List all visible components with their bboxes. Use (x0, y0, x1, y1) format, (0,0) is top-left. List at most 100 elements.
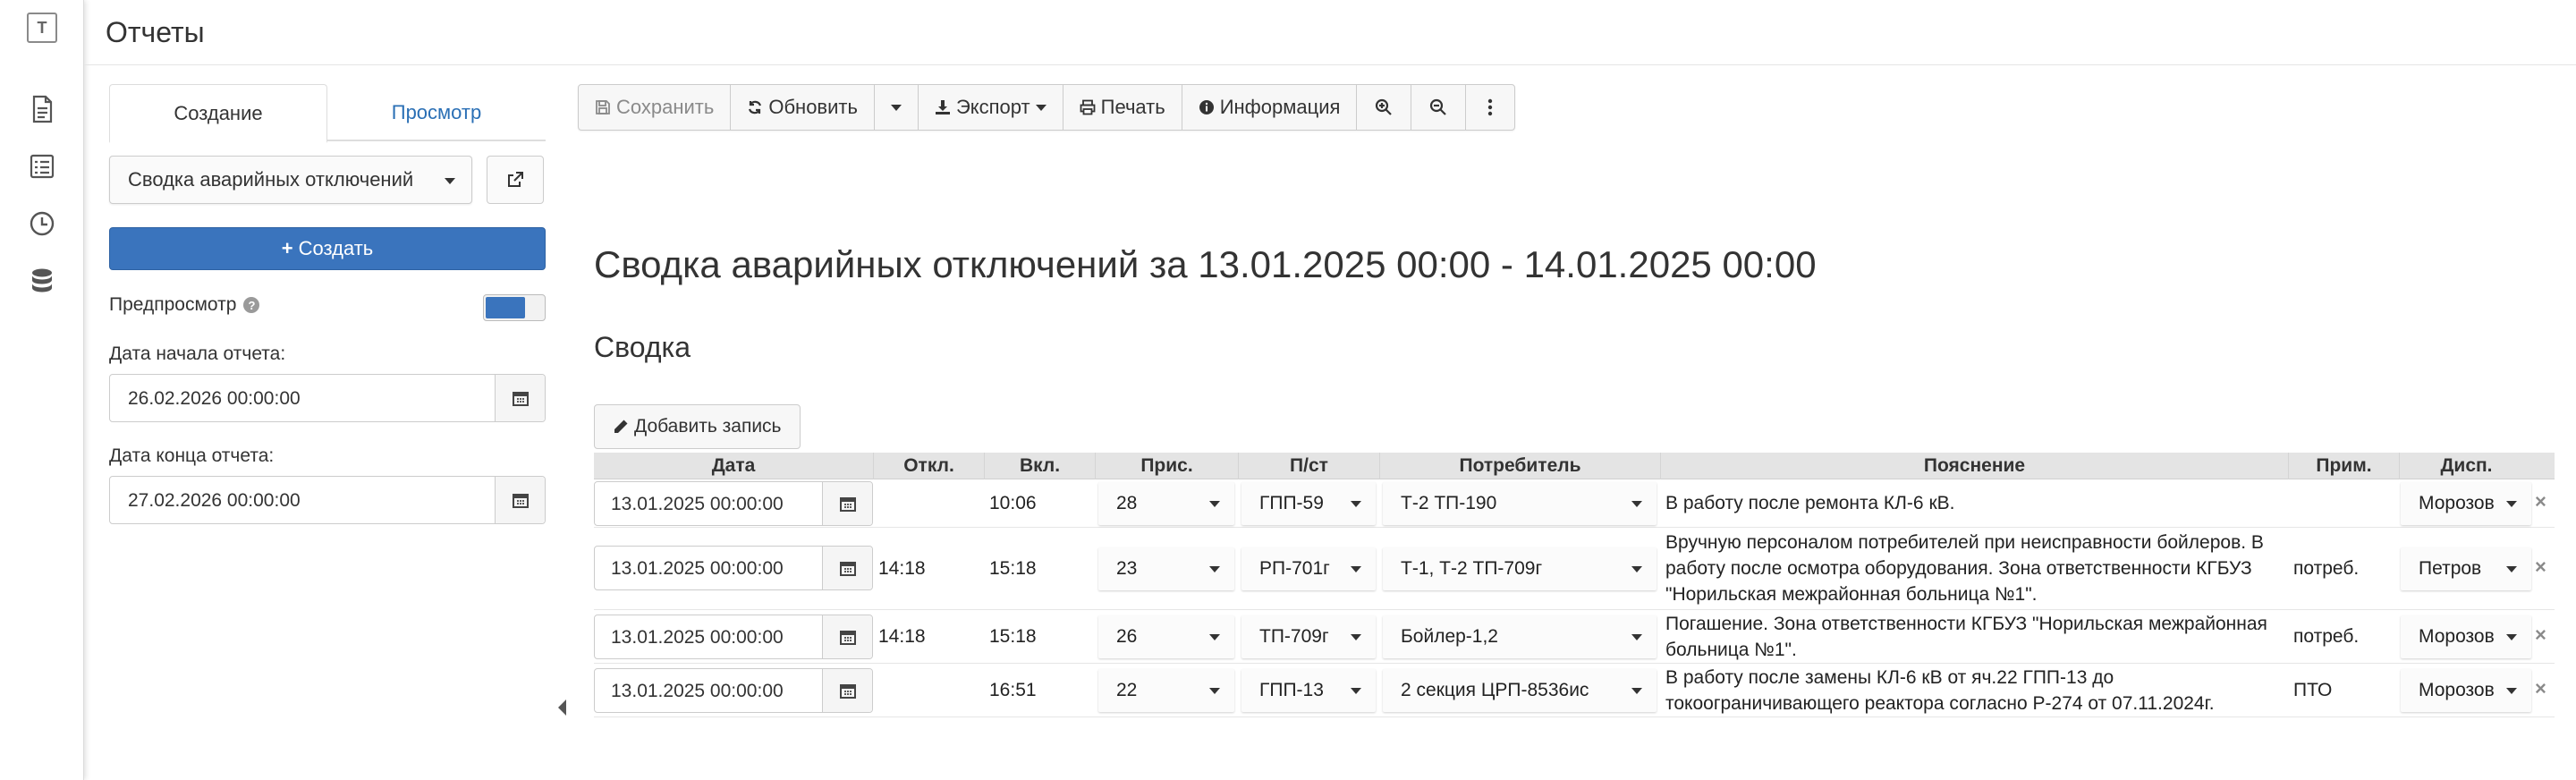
plus-icon: + (281, 237, 293, 259)
on-time: 16:51 (989, 679, 1037, 700)
column-header[interactable]: Прим. (2288, 453, 2399, 479)
zoom-out-button[interactable] (1411, 85, 1467, 130)
consumer-select[interactable]: 2 секция ЦРП-8536ис (1383, 669, 1657, 712)
collapse-panel-icon[interactable] (556, 698, 567, 717)
chevron-down-icon (1351, 566, 1361, 572)
document-icon[interactable] (26, 93, 58, 125)
row-date-field[interactable]: 13.01.2025 00:00:00 (594, 615, 873, 659)
row-date-field[interactable]: 13.01.2025 00:00:00 (594, 668, 873, 713)
consumer-value: Т-1, Т-2 ТП-709г (1401, 558, 1543, 579)
checklist-icon[interactable] (26, 150, 58, 182)
column-header[interactable]: Дисп. (2399, 453, 2533, 479)
feeder-select[interactable]: 26 (1098, 615, 1234, 658)
column-header[interactable]: Прис. (1095, 453, 1238, 479)
create-button-label: Создать (298, 237, 374, 259)
chevron-down-icon (1209, 634, 1220, 640)
remark-text: потреб. (2293, 625, 2360, 647)
start-date-value: 26.02.2026 00:00:00 (128, 388, 301, 409)
column-header[interactable]: П/ст (1238, 453, 1379, 479)
create-button[interactable]: + Создать (109, 227, 546, 270)
add-record-label: Добавить запись (634, 416, 782, 437)
calendar-icon[interactable] (822, 615, 872, 658)
refresh-dropdown-button[interactable] (875, 85, 919, 130)
delete-row-icon[interactable]: × (2535, 555, 2546, 579)
refresh-button[interactable]: Обновить (731, 85, 875, 130)
header-divider (84, 64, 2576, 65)
dispatcher-select[interactable]: Петров (2401, 547, 2531, 590)
save-button[interactable]: Сохранить (579, 85, 732, 130)
consumer-select[interactable]: Бойлер-1,2 (1383, 615, 1657, 658)
chevron-down-icon (1351, 501, 1361, 507)
feeder-select[interactable]: 23 (1098, 547, 1234, 590)
zoom-in-button[interactable] (1357, 85, 1412, 130)
column-header[interactable]: Вкл. (984, 453, 1095, 479)
substation-select[interactable]: РП-701г (1241, 547, 1376, 590)
delete-row-icon[interactable]: × (2535, 677, 2546, 700)
row-date-value: 13.01.2025 00:00:00 (611, 681, 784, 701)
calendar-icon[interactable] (495, 375, 545, 421)
table-row: 13.01.2025 00:00:00 16:51 22 ГПП-13 2 се… (594, 664, 2555, 717)
more-options-button[interactable] (1466, 85, 1514, 130)
calendar-icon[interactable] (822, 669, 872, 712)
info-icon (1199, 99, 1215, 115)
substation-select[interactable]: ТП-709г (1241, 615, 1376, 658)
preview-toggle-fill (486, 297, 525, 318)
tab-create[interactable]: Создание (109, 84, 327, 143)
tab-view[interactable]: Просмотр (327, 84, 546, 141)
pencil-icon (613, 419, 629, 435)
export-button[interactable]: Экспорт (919, 85, 1063, 130)
preview-toggle[interactable] (483, 294, 546, 321)
row-date-field[interactable]: 13.01.2025 00:00:00 (594, 546, 873, 590)
substation-select[interactable]: ГПП-59 (1241, 482, 1376, 525)
print-button[interactable]: Печать (1063, 85, 1182, 130)
note-text: Вручную персоналом потребителей при неис… (1665, 532, 2264, 605)
table-row: 13.01.2025 00:00:00 14:18 15:18 23 РП-70… (594, 528, 2555, 610)
column-header[interactable]: Пояснение (1660, 453, 2288, 479)
database-icon[interactable] (26, 265, 58, 297)
panel-tabs: Создание Просмотр (109, 84, 546, 143)
calendar-icon[interactable] (822, 547, 872, 589)
end-date-field[interactable]: 27.02.2026 00:00:00 (109, 476, 546, 524)
delete-row-icon[interactable]: × (2535, 490, 2546, 513)
row-date-value: 13.01.2025 00:00:00 (611, 558, 784, 579)
chevron-down-icon (2506, 566, 2517, 572)
open-external-button[interactable] (487, 156, 544, 204)
add-record-button[interactable]: Добавить запись (594, 404, 801, 449)
chevron-down-icon (2506, 634, 2517, 640)
consumer-select[interactable]: Т-1, Т-2 ТП-709г (1383, 547, 1657, 590)
column-header[interactable]: Дата (594, 453, 873, 479)
help-icon[interactable]: ? (243, 297, 260, 313)
info-button[interactable]: Информация (1182, 85, 1358, 130)
substation-value: ТП-709г (1259, 626, 1329, 647)
dispatcher-select[interactable]: Морозов (2401, 615, 2531, 658)
on-time: 15:18 (989, 557, 1037, 579)
preview-label: Предпросмотр ? (109, 294, 260, 316)
dispatcher-select[interactable]: Морозов (2401, 669, 2531, 712)
feeder-select[interactable]: 22 (1098, 669, 1234, 712)
report-date-to: 14.01.2025 00:00 (1523, 243, 1817, 285)
calendar-icon[interactable] (822, 482, 872, 525)
column-header[interactable]: Откл. (873, 453, 984, 479)
note-text: Погашение. Зона ответственности КГБУЗ "Н… (1665, 613, 2267, 660)
clock-icon[interactable] (26, 208, 58, 240)
start-date-label: Дата начала отчета: (109, 343, 286, 364)
consumer-select[interactable]: Т-2 ТП-190 (1383, 482, 1657, 525)
calendar-icon[interactable] (495, 477, 545, 523)
consumer-value: Бойлер-1,2 (1401, 626, 1498, 647)
column-header[interactable]: Потребитель (1379, 453, 1660, 479)
row-date-field[interactable]: 13.01.2025 00:00:00 (594, 481, 873, 526)
delete-row-icon[interactable]: × (2535, 623, 2546, 647)
feeder-select[interactable]: 28 (1098, 482, 1234, 525)
app-logo[interactable]: T (27, 13, 57, 43)
start-date-field[interactable]: 26.02.2026 00:00:00 (109, 374, 546, 422)
substation-select[interactable]: ГПП-13 (1241, 669, 1376, 712)
dispatcher-value: Петров (2419, 558, 2482, 579)
report-type-select[interactable]: Сводка аварийных отключений (109, 156, 472, 204)
table-header: Дата Откл. Вкл. Прис. П/ст Потребитель П… (594, 453, 2555, 479)
dispatcher-select[interactable]: Морозов (2401, 482, 2531, 525)
floppy-icon (595, 99, 611, 115)
feeder-value: 28 (1116, 493, 1138, 513)
remark-text: ПТО (2293, 679, 2333, 700)
chevron-down-icon (1351, 634, 1361, 640)
chevron-down-icon (1351, 688, 1361, 694)
